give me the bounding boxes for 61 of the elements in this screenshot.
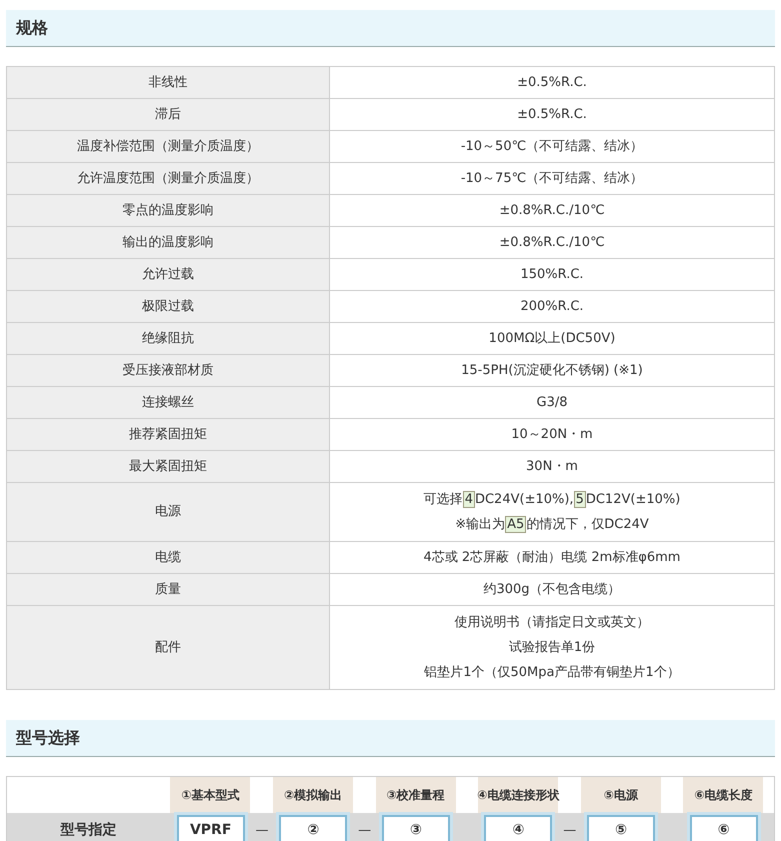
dash-separator: — [358,822,372,838]
code-tag: A5 [505,516,526,533]
spec-value-cell: ±0.5%R.C. [330,66,774,98]
spec-label-cell: 受压接液部材质 [6,354,330,386]
code-field: VPRF [176,815,245,841]
spec-value-cell: ±0.8%R.C./10℃ [330,226,774,258]
code-tag: 5 [574,491,586,508]
spec-label-cell: 最大紧固扭矩 [6,450,330,482]
column-header: ③校准量程 [376,777,456,813]
note-text: DC12V(±10%) [586,492,680,507]
spec-value-cell: ±0.5%R.C. [330,98,774,130]
spec-label-cell: 温度补偿范围（测量介质温度） [6,130,330,162]
spec-label-cell: 非线性 [6,66,330,98]
spec-value-cell: 30N・m [330,450,774,482]
spec-label-cell: 滞后 [6,98,330,130]
spec-label-cell: 极限过载 [6,290,330,322]
spec-value-cell: -10～75℃（不可结露、结冰） [330,162,774,194]
spec-value-cell: ±0.8%R.C./10℃ [330,194,774,226]
spec-value-cell: 15-5PH(沉淀硬化不锈钢) (※1) [330,354,774,386]
spec-value-line: 使用说明书（请指定日文或英文） [454,614,650,632]
column-header: ④电缆连接形状 [478,777,558,813]
dash-separator: — [563,822,576,838]
column-header: ①基本型式 [170,777,250,813]
spec-value-cell: 约300g（不包含电缆） [330,574,774,606]
spec-label-cell: 电缆 [6,542,330,574]
spec-label-cell: 输出的温度影响 [6,226,330,258]
spec-value-cell: 10～20N・m [330,418,774,450]
spec-value-cell: 200%R.C. [330,290,774,322]
spec-value-line: 试验报告单1份 [508,639,596,657]
row-label: 型号指定 [6,813,170,841]
note-text: 可选择 [424,492,463,507]
spec-label-cell: 允许过载 [6,258,330,290]
spec-label-cell: 零点的温度影响 [6,194,330,226]
spec-value-cell: 100MΩ以上(DC50V) [330,322,774,354]
spec-label-cell: 推荐紧固扭矩 [6,418,330,450]
spec-label-cell: 质量 [6,574,330,606]
spec-label-cell: 连接螺丝 [6,386,330,418]
spec-label-cell: 配件 [6,606,330,690]
spec-label-cell: 允许温度范围（测量介质温度） [6,162,330,194]
note-text: DC24V(±10%), [474,492,574,507]
spec-label-cell: 绝缘阻抗 [6,322,330,354]
code-field: ④ [484,815,552,841]
column-header: ⑥电缆长度 [683,777,764,813]
section-heading: 规格 [6,10,775,47]
column-header: ②模拟输出 [273,777,354,813]
spec-value-line: 铝垫片1个（仅50Mpa产品带有铜垫片1个） [423,664,681,682]
code-tag: 4 [462,491,475,508]
note-text: ※输出为 [455,517,506,532]
column-header: ⑤电源 [580,777,661,813]
spec-label-cell: 电源 [6,482,330,542]
code-field: ⑤ [587,815,656,841]
dash-separator: — [255,822,268,838]
code-field: ③ [382,815,450,841]
spec-value-cell: 150%R.C. [330,258,774,290]
code-field: ② [279,815,348,841]
spec-value-cell: G3/8 [330,386,774,418]
spec-value-cell: 4芯或 2芯屏蔽（耐油）电缆 2m标准φ6mm [330,542,774,574]
section-heading: 型号选择 [6,720,775,757]
code-field: ⑥ [690,815,758,841]
spec-value-cell: -10～50℃（不可结露、结冰） [330,130,774,162]
note-text: 的情况下，仅DC24V [526,517,649,532]
